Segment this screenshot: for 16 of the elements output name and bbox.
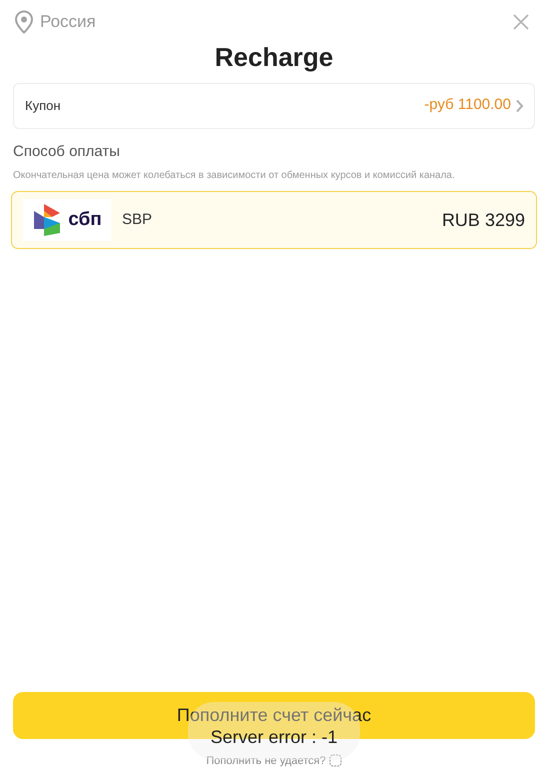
price-note: Окончательная цена может колебаться в зависимости от обменных курсов и комиссий канала. (13, 169, 456, 183)
close-icon[interactable] (513, 14, 529, 30)
coupon-value: -руб 1100.00 (424, 95, 511, 116)
location-pin-icon (13, 10, 35, 34)
payment-method[interactable]: сбп SBP RUB 3299 (11, 191, 537, 249)
coupon-label: Купон (25, 96, 61, 115)
region-label[interactable]: Россия (40, 9, 96, 34)
page-title: Recharge (214, 40, 334, 72)
method-name: SBP (122, 210, 152, 230)
method-price: RUB 3299 (442, 208, 525, 232)
help-icon[interactable] (328, 754, 342, 768)
coupon-row[interactable]: Купон -руб 1100.00 (13, 82, 535, 128)
sbp-logo: сбп (23, 199, 111, 241)
chevron-right-icon (515, 98, 524, 112)
section-heading: Способ оплаты (13, 142, 121, 162)
help-link[interactable]: Пополнить не удается? (206, 752, 326, 769)
